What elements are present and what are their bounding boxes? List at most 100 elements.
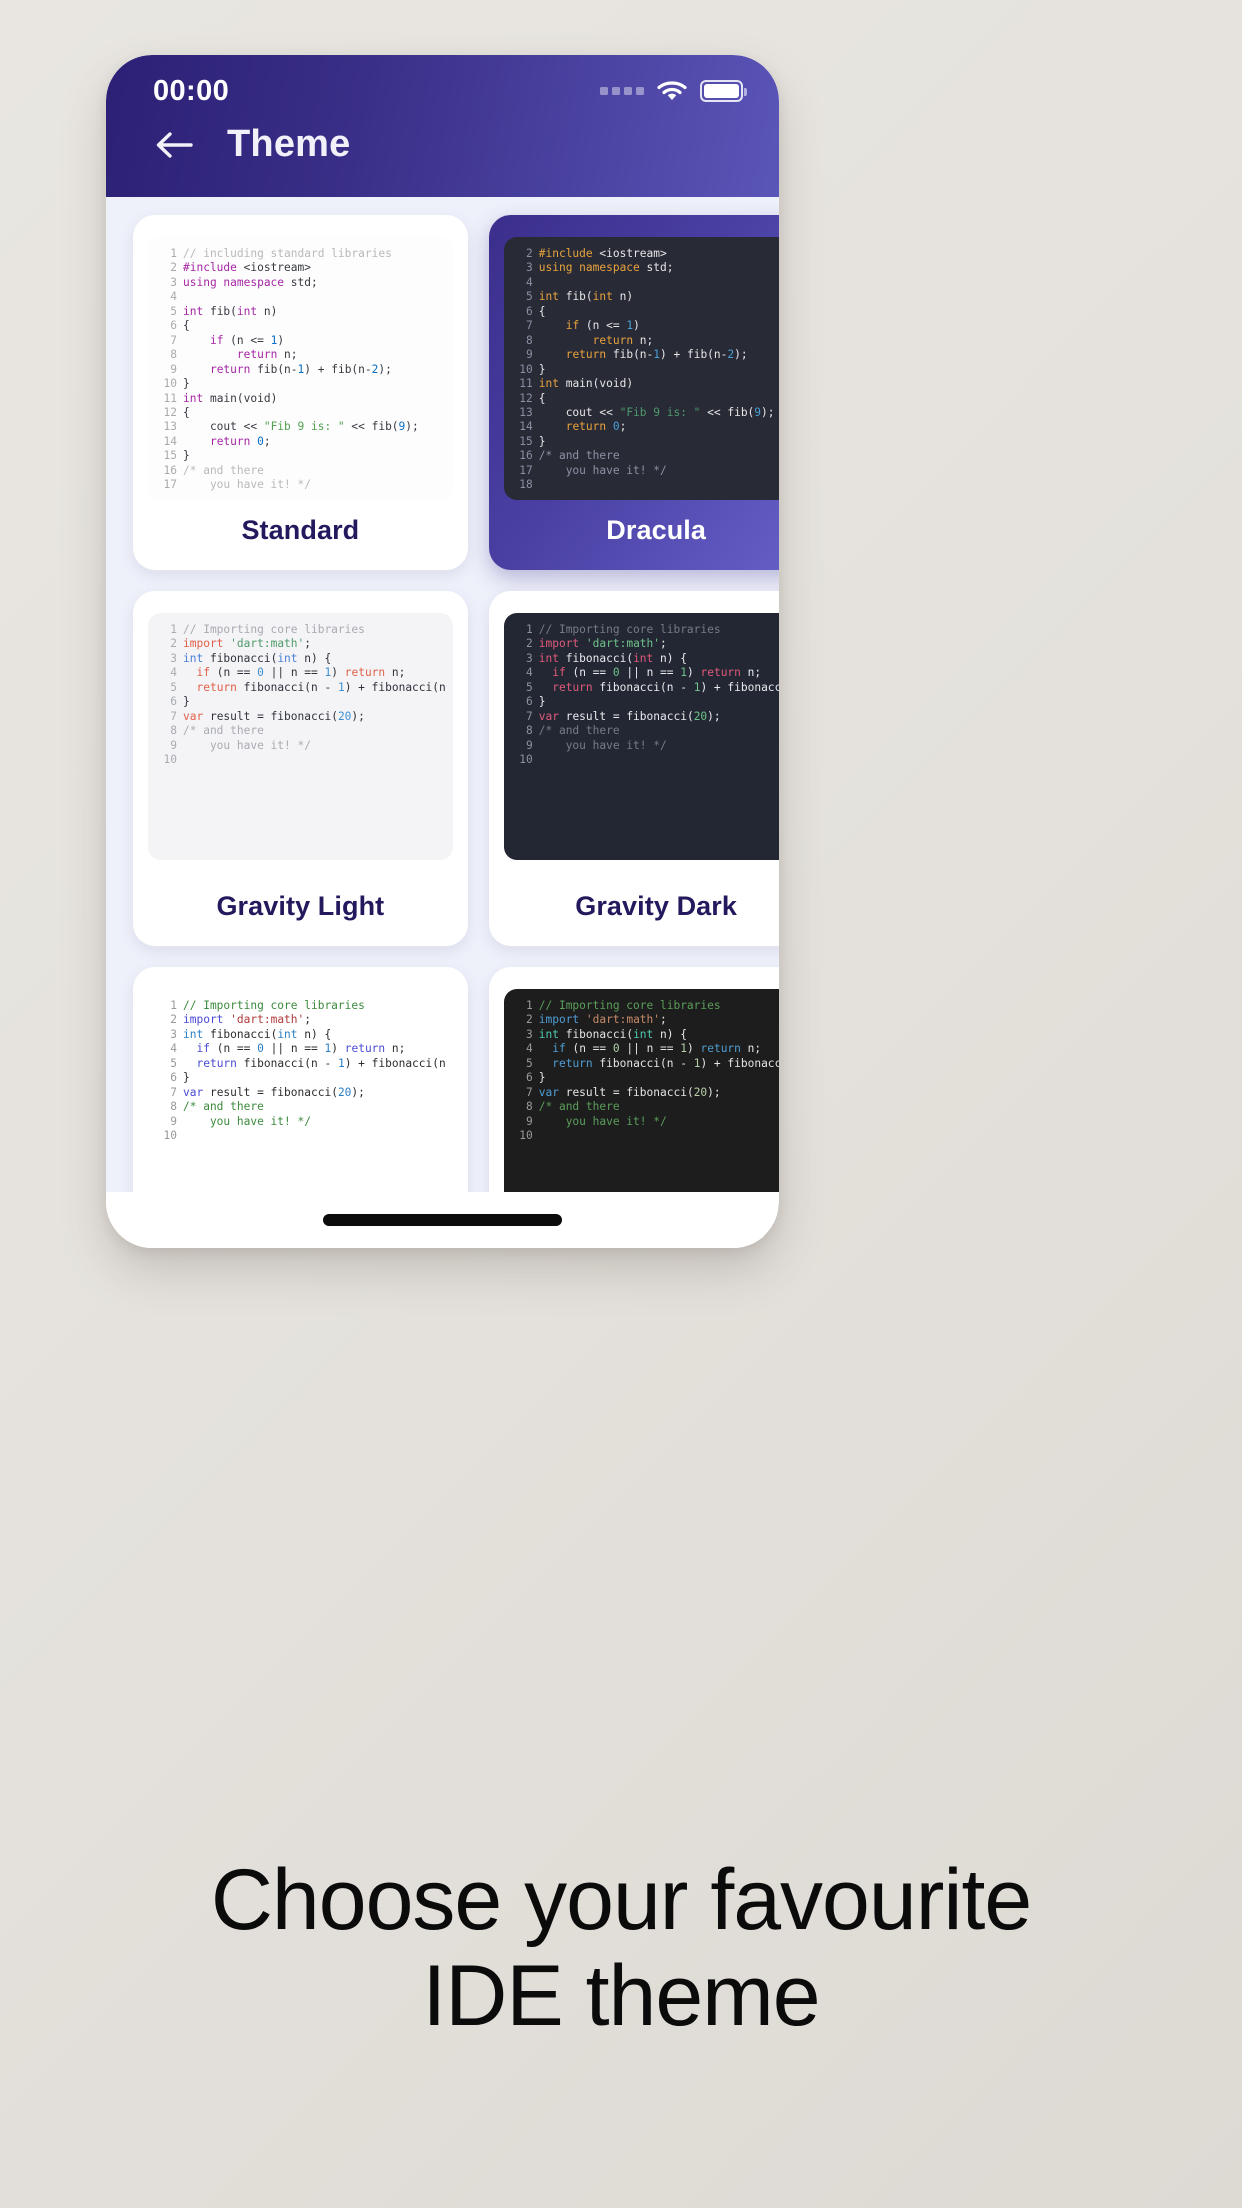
code-token: /* and there bbox=[538, 449, 620, 463]
code-token: 20 bbox=[337, 1085, 352, 1099]
code-line-number: 16 bbox=[163, 463, 177, 477]
code-line-number: 13 bbox=[519, 405, 533, 419]
code-line-number: 5 bbox=[526, 680, 533, 694]
back-arrow-icon[interactable] bbox=[154, 129, 194, 161]
code-line: 1 // Importing core libraries bbox=[157, 623, 446, 637]
code-line-number: 3 bbox=[170, 651, 177, 665]
code-token: you have it! */ bbox=[183, 1114, 311, 1128]
code-line: 6{ bbox=[157, 319, 446, 333]
home-indicator[interactable] bbox=[323, 1214, 562, 1226]
code-line: 5 return fibonacci(n - 1) + fibonacci(n bbox=[513, 1057, 779, 1071]
promo-caption: Choose your favourite IDE theme bbox=[0, 1852, 1242, 2045]
code-line-number: 16 bbox=[519, 449, 533, 463]
code-line: 2 import 'dart:math'; bbox=[513, 637, 779, 651]
code-line-number: 7 bbox=[526, 709, 533, 723]
code-line: 3 int fibonacci(int n) { bbox=[157, 652, 446, 666]
code-line: 13 cout << "Fib 9 is: " << fib(9); bbox=[157, 420, 446, 434]
code-line-number: 5 bbox=[170, 304, 177, 318]
code-token: 1 bbox=[680, 1042, 687, 1056]
code-token: /* and there bbox=[183, 1100, 264, 1114]
code-token: 20 bbox=[693, 1085, 708, 1099]
code-token: ) bbox=[633, 319, 640, 333]
theme-name-label: Dracula bbox=[606, 515, 706, 545]
code-token: fibonacci(n - bbox=[592, 680, 694, 694]
code-token: // including standard libraries bbox=[183, 247, 392, 260]
wifi-icon bbox=[657, 80, 687, 102]
code-line-number: 10 bbox=[519, 1129, 533, 1143]
code-line: 2 #include <iostream> bbox=[157, 261, 446, 275]
code-line-number: 3 bbox=[526, 651, 533, 665]
code-token: ); bbox=[378, 362, 392, 376]
theme-list-scroll-area[interactable]: 1 // including standard libraries 2 #includ… bbox=[106, 197, 779, 1248]
code-token: return bbox=[565, 420, 607, 434]
code-line-number: 3 bbox=[526, 261, 533, 275]
app-bar: 00:00 Theme bbox=[106, 55, 779, 197]
theme-card[interactable]: 1 // including standard libraries 2 #includ… bbox=[133, 215, 468, 570]
code-line-number: 10 bbox=[519, 362, 533, 376]
code-token: ; bbox=[304, 637, 312, 651]
code-token: { bbox=[183, 319, 190, 333]
code-line: 5 int fib(int n) bbox=[157, 305, 446, 319]
code-token: n) { bbox=[297, 651, 332, 665]
code-line-number: 4 bbox=[526, 275, 533, 289]
code-line-number: 6 bbox=[526, 304, 533, 318]
code-line-number: 18 bbox=[519, 478, 533, 492]
code-line-number: 5 bbox=[170, 680, 177, 694]
code-line-number: 7 bbox=[170, 709, 177, 723]
code-line: 10 bbox=[157, 753, 446, 767]
code-line-number: 14 bbox=[163, 434, 177, 448]
promo-caption-line-1: Choose your favourite bbox=[210, 1852, 1032, 1948]
theme-card[interactable]: 1 // Importing core libraries 2 import 'dar… bbox=[133, 591, 468, 946]
code-token: int bbox=[633, 651, 654, 665]
code-token: (n == bbox=[565, 666, 613, 680]
code-line-number: 1 bbox=[526, 999, 533, 1012]
code-line-number: 9 bbox=[170, 362, 177, 376]
code-token: ); bbox=[707, 709, 721, 723]
code-token: (n <= bbox=[579, 319, 627, 333]
code-line-number: 6 bbox=[170, 695, 177, 709]
code-token: using namespace bbox=[538, 261, 640, 275]
code-line: 2 import 'dart:math'; bbox=[157, 1013, 446, 1027]
code-line-number: 8 bbox=[170, 348, 177, 362]
code-token: var bbox=[538, 709, 559, 723]
code-token: // Importing core libraries bbox=[538, 999, 721, 1012]
code-token: 1 bbox=[337, 680, 345, 694]
code-token: return bbox=[552, 680, 593, 694]
code-token: (n <= bbox=[223, 333, 271, 347]
code-token: var bbox=[183, 1085, 204, 1099]
code-token: { bbox=[538, 304, 546, 318]
code-line: 8 /* and there bbox=[157, 1100, 446, 1114]
theme-card[interactable]: 1 // Importing core libraries 2 import 'dar… bbox=[488, 591, 779, 946]
code-token: n; bbox=[740, 1042, 762, 1056]
code-token: import bbox=[183, 1013, 224, 1027]
code-line: 5 return fibonacci(n - 1) + fibonacci(n bbox=[157, 681, 446, 695]
code-line: 1 // Importing core libraries bbox=[157, 999, 446, 1013]
code-token: #include bbox=[183, 261, 237, 275]
theme-grid: 1 // including standard libraries 2 #includ… bbox=[133, 215, 779, 1248]
code-line: 6} bbox=[157, 1071, 446, 1085]
code-line-number: 2 bbox=[526, 637, 533, 651]
theme-card[interactable]: 2 #include <iostream> 3 using namespace std… bbox=[488, 215, 779, 570]
code-line: 10} bbox=[157, 377, 446, 391]
theme-name-label: Gravity Light bbox=[216, 891, 385, 921]
code-token: (n == bbox=[565, 1042, 613, 1056]
code-token: || n == bbox=[619, 666, 681, 680]
code-line: 11 int main(void) bbox=[513, 377, 779, 391]
code-token: var bbox=[183, 709, 204, 723]
code-token: n; bbox=[633, 333, 654, 347]
code-token: ); bbox=[734, 348, 748, 362]
code-token: 0 bbox=[612, 666, 620, 680]
code-token: return bbox=[552, 1056, 593, 1070]
code-token: n; bbox=[385, 666, 406, 680]
code-token: you have it! */ bbox=[538, 463, 667, 477]
code-line-number: 1 bbox=[170, 247, 177, 260]
code-token: || n == bbox=[619, 1042, 681, 1056]
code-line: 6} bbox=[513, 1071, 779, 1085]
